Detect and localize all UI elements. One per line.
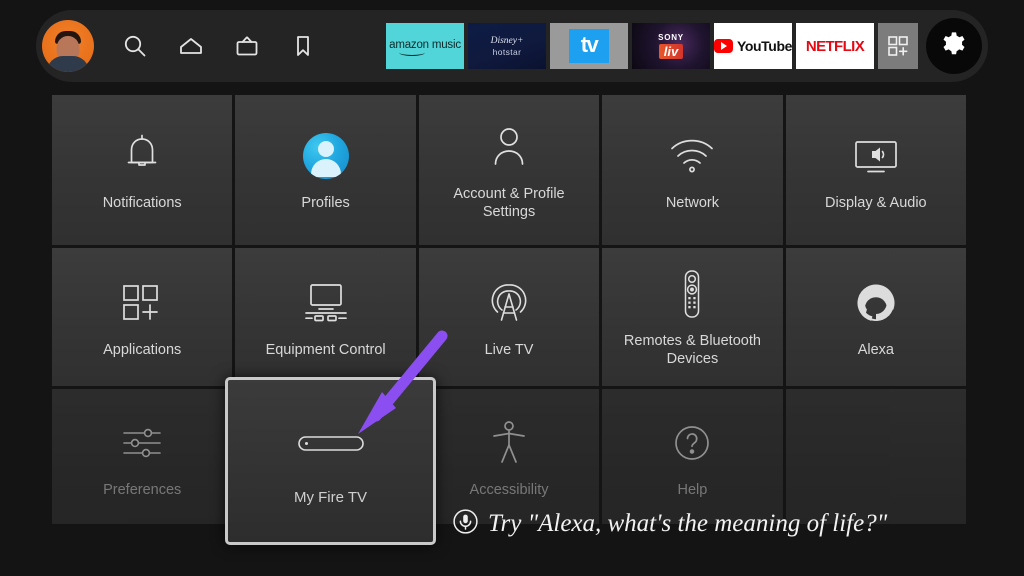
tile-label: My Fire TV	[293, 489, 368, 506]
top-navigation-bar: amazon music Disney+ hotstar tv SONY liv…	[36, 10, 988, 82]
search-icon[interactable]	[120, 31, 150, 61]
microphone-icon	[452, 508, 479, 540]
settings-row-3: Preferences Accessibility Help	[52, 389, 967, 524]
tile-label: Equipment Control	[265, 342, 386, 358]
netflix-label: NETFLIX	[805, 37, 865, 55]
tile-account-profile-settings[interactable]: Account & Profile Settings	[418, 95, 600, 245]
alexa-voice-hint: Try "Alexa, what's the meaning of life?"	[452, 508, 887, 540]
equipment-control-icon	[298, 275, 354, 331]
tile-label: Profiles	[301, 195, 350, 211]
home-icon[interactable]	[176, 31, 206, 61]
amazon-music-app[interactable]: amazon music	[386, 23, 464, 69]
youtube-label: YouTube	[736, 38, 792, 54]
app-shortcuts-group: amazon music Disney+ hotstar tv SONY liv…	[386, 18, 988, 74]
tile-label: Network	[665, 195, 720, 211]
alexa-ring-icon	[853, 275, 899, 331]
settings-row-1: Notifications Profiles Account & Profile…	[52, 95, 967, 245]
tile-preferences[interactable]: Preferences	[52, 389, 233, 524]
avatar-body	[47, 56, 89, 72]
tile-label: Remotes & Bluetooth Devices	[623, 333, 761, 367]
tile-remotes-bluetooth-devices[interactable]: Remotes & Bluetooth Devices	[602, 248, 783, 386]
tile-label: Display & Audio	[825, 195, 927, 211]
disney-hotstar-app[interactable]: Disney+ hotstar	[468, 23, 546, 69]
tile-label: Account & Profile Settings	[453, 186, 565, 220]
tile-label: Alexa	[857, 342, 894, 358]
nav-icons-group	[36, 20, 318, 72]
profile-avatar[interactable]	[42, 20, 94, 72]
tile-label: Help	[677, 481, 708, 498]
sony-liv-app[interactable]: SONY liv	[632, 23, 710, 69]
live-tv-icon[interactable]	[232, 31, 262, 61]
alexa-hint-text: Try "Alexa, what's the meaning of life?"	[488, 510, 888, 537]
sliders-icon	[116, 415, 168, 471]
question-circle-icon	[668, 415, 716, 471]
profiles-avatar-icon	[302, 128, 349, 184]
tile-label: Accessibility	[469, 481, 549, 498]
amazon-smile-icon	[399, 49, 425, 56]
hotstar-label-bottom: hotstar	[492, 46, 522, 57]
youtube-play-icon	[714, 39, 733, 53]
tile-live-tv[interactable]: Live TV	[418, 248, 600, 386]
tile-label: Notifications	[102, 195, 182, 211]
tile-row3-empty[interactable]	[785, 389, 967, 524]
tile-equipment-control[interactable]: Equipment Control	[235, 248, 416, 386]
tile-network[interactable]: Network	[602, 95, 783, 245]
tile-display-audio[interactable]: Display & Audio	[785, 95, 967, 245]
broadcast-tower-icon	[484, 275, 534, 331]
tile-label: Preferences	[103, 481, 182, 498]
fire-tv-stick-icon	[294, 415, 368, 471]
remote-control-icon	[676, 266, 708, 322]
accessibility-icon	[487, 415, 531, 471]
wifi-icon	[666, 128, 718, 184]
apps-grid-icon	[117, 275, 167, 331]
apple-tv-app[interactable]: tv	[550, 23, 628, 69]
youtube-app[interactable]: YouTube	[714, 23, 792, 69]
fire-tv-settings-screen: amazon music Disney+ hotstar tv SONY liv…	[0, 0, 1024, 576]
tile-label: Live TV	[484, 342, 534, 358]
sony-liv-label-bottom: liv	[658, 44, 684, 59]
settings-tile-grid: Notifications Profiles Account & Profile…	[52, 95, 967, 527]
tile-alexa[interactable]: Alexa	[785, 248, 967, 386]
tile-applications[interactable]: Applications	[52, 248, 233, 386]
display-audio-icon	[849, 128, 903, 184]
settings-gear-button[interactable]	[926, 18, 982, 74]
tile-help[interactable]: Help	[602, 389, 783, 524]
bookmark-icon[interactable]	[288, 31, 318, 61]
tile-label: Applications	[103, 342, 182, 358]
hotstar-label-top: Disney+	[490, 35, 524, 46]
netflix-app[interactable]: NETFLIX	[796, 23, 874, 69]
apple-tv-box: tv	[569, 29, 609, 63]
tile-notifications[interactable]: Notifications	[52, 95, 233, 245]
sony-liv-label-top: SONY	[658, 33, 684, 42]
tile-my-fire-tv-selected[interactable]: My Fire TV	[225, 377, 436, 545]
apple-tv-label: tv	[580, 32, 599, 57]
tile-accessibility[interactable]: Accessibility	[418, 389, 600, 524]
tile-profiles[interactable]: Profiles	[235, 95, 416, 245]
person-icon	[486, 119, 532, 175]
apps-grid-button[interactable]	[878, 23, 918, 69]
settings-row-2: Applications Equipment Control Live TV R…	[52, 248, 967, 386]
bell-icon	[118, 128, 166, 184]
